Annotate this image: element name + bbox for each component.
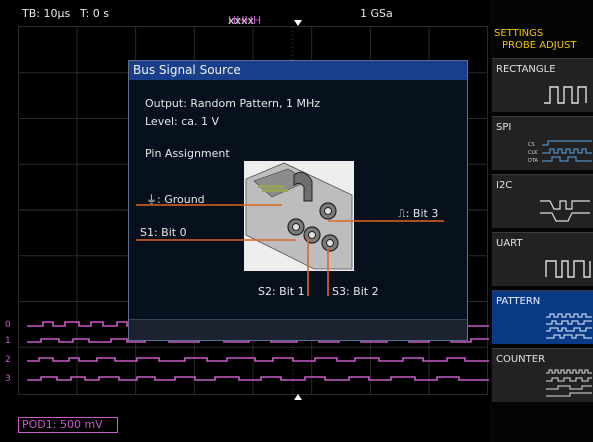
softkey-uart[interactable]: UART <box>492 232 593 286</box>
softkey-rectangle-label: RECTANGLE <box>496 64 556 75</box>
pin-bit3-label: ⎍: Bit 3 <box>398 207 439 220</box>
counter-signal-icon <box>546 369 592 397</box>
rectangle-wave-icon <box>544 86 587 104</box>
softkey-rectangle[interactable]: RECTANGLE <box>492 58 593 112</box>
softkey-pattern-label: PATTERN <box>496 296 541 307</box>
spi-cs-text: CS <box>528 142 535 148</box>
softkey-i2c[interactable]: I2C <box>492 174 593 228</box>
pod-threshold-label[interactable]: POD1: 500 mV <box>18 417 118 433</box>
uart-signal-icon <box>545 260 591 278</box>
softkey-counter[interactable]: COUNTER <box>492 348 593 402</box>
softkey-spi[interactable]: SPI CS CLK DTA <box>492 116 593 170</box>
pattern-signal-icon <box>546 313 592 339</box>
softkey-counter-label: COUNTER <box>496 354 546 365</box>
menu-header-probe-adjust: PROBE ADJUST <box>502 40 577 51</box>
spi-dta-text: DTA <box>528 158 539 164</box>
menu-header: SETTINGS PROBE ADJUST <box>494 28 576 52</box>
menu-header-settings: SETTINGS <box>494 28 544 39</box>
softkey-pattern[interactable]: PATTERN <box>492 290 593 344</box>
pin-bit0-label: S1: Bit 0 <box>140 226 187 239</box>
softkey-spi-label: SPI <box>496 122 512 133</box>
i2c-signal-icon <box>540 200 590 222</box>
softkey-uart-label: UART <box>496 238 523 249</box>
pin-ground-label: ⏚: Ground <box>146 193 205 206</box>
spi-clk-text: CLK <box>528 150 538 156</box>
pin-bit2-label: S3: Bit 2 <box>332 285 379 298</box>
softkey-menu: SETTINGS PROBE ADJUST RECTANGLE SPI CS C… <box>490 0 593 442</box>
softkey-i2c-label: I2C <box>496 180 513 191</box>
pin-bit1-label: S2: Bit 1 <box>258 285 305 298</box>
spi-signal-icon: CS CLK DTA <box>528 140 592 164</box>
